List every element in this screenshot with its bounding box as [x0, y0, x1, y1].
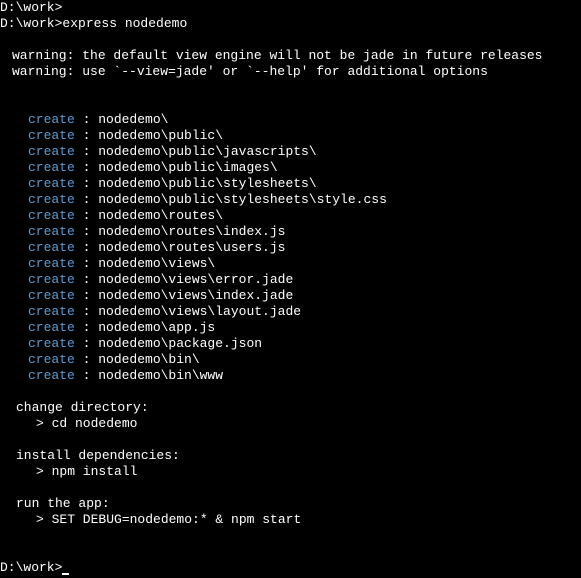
- create-label: create: [28, 128, 75, 143]
- create-sep: :: [75, 144, 98, 159]
- create-path: nodedemo\package.json: [98, 336, 262, 351]
- create-line: create : nodedemo\views\layout.jade: [0, 304, 581, 320]
- create-line: create : nodedemo\views\index.jade: [0, 288, 581, 304]
- create-path: nodedemo\: [98, 112, 168, 127]
- blank-line: [0, 480, 581, 496]
- create-label: create: [28, 240, 75, 255]
- blank-line: [0, 96, 581, 112]
- create-label: create: [28, 192, 75, 207]
- create-label: create: [28, 320, 75, 335]
- create-path: nodedemo\routes\: [98, 208, 223, 223]
- warning-line: warning: the default view engine will no…: [0, 48, 581, 64]
- blank-line: [0, 544, 581, 560]
- create-line: create : nodedemo\public\: [0, 128, 581, 144]
- terminal-output: D:\work> D:\work>express nodedemo warnin…: [0, 0, 581, 576]
- create-path: nodedemo\routes\users.js: [98, 240, 285, 255]
- create-sep: :: [75, 336, 98, 351]
- create-sep: :: [75, 368, 98, 383]
- create-path: nodedemo\routes\index.js: [98, 224, 285, 239]
- create-line: create : nodedemo\: [0, 112, 581, 128]
- create-sep: :: [75, 224, 98, 239]
- create-path: nodedemo\public\javascripts\: [98, 144, 316, 159]
- create-sep: :: [75, 320, 98, 335]
- create-label: create: [28, 368, 75, 383]
- create-line: create : nodedemo\views\: [0, 256, 581, 272]
- create-label: create: [28, 144, 75, 159]
- create-path: nodedemo\app.js: [98, 320, 215, 335]
- create-label: create: [28, 336, 75, 351]
- create-label: create: [28, 176, 75, 191]
- create-line: create : nodedemo\public\images\: [0, 160, 581, 176]
- instruction-cmd: > npm install: [0, 464, 581, 480]
- create-line: create : nodedemo\views\error.jade: [0, 272, 581, 288]
- prompt-path: D:\work>: [0, 16, 62, 31]
- instruction-cmd: > SET DEBUG=nodedemo:* & npm start: [0, 512, 581, 528]
- create-sep: :: [75, 272, 98, 287]
- create-sep: :: [75, 288, 98, 303]
- blank-line: [0, 384, 581, 400]
- create-sep: :: [75, 112, 98, 127]
- create-sep: :: [75, 176, 98, 191]
- create-sep: :: [75, 240, 98, 255]
- create-sep: :: [75, 256, 98, 271]
- create-path: nodedemo\bin\: [98, 352, 199, 367]
- create-label: create: [28, 256, 75, 271]
- create-path: nodedemo\public\stylesheets\style.css: [98, 192, 387, 207]
- create-path: nodedemo\views\index.jade: [98, 288, 293, 303]
- blank-line: [0, 432, 581, 448]
- instruction-heading: install dependencies:: [0, 448, 581, 464]
- create-line: create : nodedemo\app.js: [0, 320, 581, 336]
- create-path: nodedemo\public\images\: [98, 160, 277, 175]
- create-label: create: [28, 208, 75, 223]
- prompt-line: D:\work>express nodedemo: [0, 16, 581, 32]
- create-line: create : nodedemo\bin\: [0, 352, 581, 368]
- create-label: create: [28, 304, 75, 319]
- prompt-line-active[interactable]: D:\work>: [0, 560, 581, 576]
- create-line: create : nodedemo\bin\www: [0, 368, 581, 384]
- create-sep: :: [75, 208, 98, 223]
- create-path: nodedemo\views\error.jade: [98, 272, 293, 287]
- create-sep: :: [75, 192, 98, 207]
- prompt-path: D:\work>: [0, 0, 62, 15]
- prompt-line-top: D:\work>: [0, 0, 581, 16]
- create-line: create : nodedemo\public\javascripts\: [0, 144, 581, 160]
- create-path: nodedemo\public\stylesheets\: [98, 176, 316, 191]
- create-path: nodedemo\views\: [98, 256, 215, 271]
- instruction-cmd: > cd nodedemo: [0, 416, 581, 432]
- create-sep: :: [75, 352, 98, 367]
- create-path: nodedemo\views\layout.jade: [98, 304, 301, 319]
- blank-line: [0, 32, 581, 48]
- create-label: create: [28, 112, 75, 127]
- create-line: create : nodedemo\routes\index.js: [0, 224, 581, 240]
- cursor-icon: [62, 573, 69, 575]
- command-text: express nodedemo: [62, 16, 187, 31]
- blank-line: [0, 528, 581, 544]
- create-line: create : nodedemo\package.json: [0, 336, 581, 352]
- create-sep: :: [75, 160, 98, 175]
- create-label: create: [28, 352, 75, 367]
- blank-line: [0, 80, 581, 96]
- create-label: create: [28, 288, 75, 303]
- create-label: create: [28, 160, 75, 175]
- warning-line: warning: use `--view=jade' or `--help' f…: [0, 64, 581, 80]
- create-sep: :: [75, 304, 98, 319]
- create-line: create : nodedemo\public\stylesheets\: [0, 176, 581, 192]
- instruction-heading: run the app:: [0, 496, 581, 512]
- create-line: create : nodedemo\routes\: [0, 208, 581, 224]
- create-path: nodedemo\public\: [98, 128, 223, 143]
- create-sep: :: [75, 128, 98, 143]
- create-line: create : nodedemo\public\stylesheets\sty…: [0, 192, 581, 208]
- create-path: nodedemo\bin\www: [98, 368, 223, 383]
- prompt-path: D:\work>: [0, 560, 62, 575]
- create-label: create: [28, 272, 75, 287]
- instruction-heading: change directory:: [0, 400, 581, 416]
- create-line: create : nodedemo\routes\users.js: [0, 240, 581, 256]
- create-label: create: [28, 224, 75, 239]
